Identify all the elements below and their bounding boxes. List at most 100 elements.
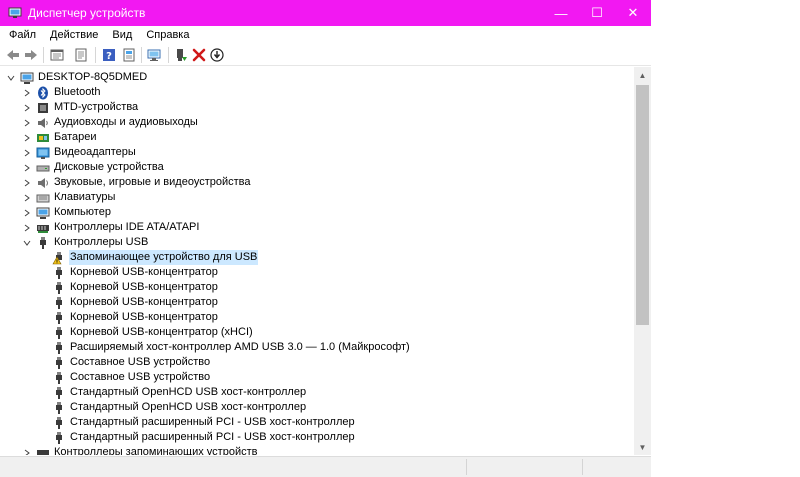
tree-category-usb-controllers[interactable]: Контроллеры USB: [22, 235, 149, 250]
tree-category-label: Компьютер: [54, 206, 111, 218]
disable-device-icon: [210, 48, 224, 62]
scroll-up-arrow[interactable]: ▲: [634, 67, 651, 83]
usb-device-icon: [52, 311, 66, 325]
chevron-right-icon[interactable]: [22, 220, 32, 235]
chevron-right-icon[interactable]: [22, 175, 32, 190]
tree-device-root-hub[interactable]: Корневой USB-концентратор: [52, 295, 219, 310]
usb-device-icon: [52, 281, 66, 295]
chevron-right-icon[interactable]: [22, 115, 32, 130]
tree-device-root-hub[interactable]: Корневой USB-концентратор: [52, 265, 219, 280]
menu-bar: Файл Действие Вид Справка: [0, 26, 651, 43]
device-manager-window: Диспетчер устройств — ☐ ✕ Файл Действие …: [0, 0, 651, 477]
update-driver-button[interactable]: [172, 46, 190, 64]
usb-device-icon: [52, 386, 66, 400]
tree-device-amd-xhci[interactable]: Расширяемый хост-контроллер AMD USB 3.0 …: [52, 340, 411, 355]
scroll-down-arrow[interactable]: ▼: [634, 439, 651, 455]
tree-device-label: Стандартный расширенный PCI - USB хост-к…: [70, 416, 355, 428]
status-bar-separator: [582, 459, 583, 475]
toolbar: ?: [0, 44, 651, 66]
usb-device-icon: [52, 416, 66, 430]
tree-category-computer[interactable]: Компьютер: [22, 205, 112, 220]
window-title: Диспетчер устройств: [28, 6, 146, 20]
tree-category-bluetooth[interactable]: Bluetooth: [22, 85, 101, 100]
tree-device-openhcd[interactable]: Стандартный OpenHCD USB хост-контроллер: [52, 400, 307, 415]
chevron-right-icon[interactable]: [22, 205, 32, 220]
back-button[interactable]: [4, 46, 22, 64]
tree-category-display-adapters[interactable]: Видеоадаптеры: [22, 145, 137, 160]
tree-root[interactable]: DESKTOP-8Q5DMED: [6, 70, 148, 85]
menu-help[interactable]: Справка: [139, 29, 196, 41]
chevron-right-icon[interactable]: [22, 100, 32, 115]
chevron-right-icon[interactable]: [22, 130, 32, 145]
usb-device-icon: [52, 356, 66, 370]
tree-category-label: MTD-устройства: [54, 101, 139, 113]
tree-category-keyboards[interactable]: Клавиатуры: [22, 190, 116, 205]
tree-device-ehci[interactable]: Стандартный расширенный PCI - USB хост-к…: [52, 415, 356, 430]
chevron-right-icon[interactable]: [22, 160, 32, 175]
view-icon: [123, 48, 135, 62]
tree-category-label: Аудиовходы и аудиовыходы: [54, 116, 198, 128]
device-tree: DESKTOP-8Q5DMED Bluetooth MTD-устройства…: [0, 67, 634, 455]
uninstall-button[interactable]: [190, 46, 208, 64]
bluetooth-icon: [36, 86, 50, 100]
scroll-thumb[interactable]: [636, 85, 649, 325]
chevron-right-icon[interactable]: [22, 145, 32, 160]
tree-device-ehci[interactable]: Стандартный расширенный PCI - USB хост-к…: [52, 430, 356, 445]
tree-category-mtd[interactable]: MTD-устройства: [22, 100, 139, 115]
tree-device-label: Составное USB устройство: [70, 356, 211, 368]
tree-device-composite[interactable]: Составное USB устройство: [52, 355, 211, 370]
tree-device-label: Расширяемый хост-контроллер AMD USB 3.0 …: [70, 341, 410, 353]
tree-category-batteries[interactable]: Батареи: [22, 130, 98, 145]
back-icon: [7, 50, 19, 60]
uninstall-icon: [192, 48, 206, 62]
help-button[interactable]: ?: [100, 46, 118, 64]
usb-device-icon: [52, 326, 66, 340]
forward-button[interactable]: [22, 46, 40, 64]
minimize-button[interactable]: —: [543, 0, 579, 26]
disk-drive-icon: [36, 161, 50, 175]
disable-device-button[interactable]: [208, 46, 226, 64]
warning-usb-icon: [52, 251, 66, 265]
tree-device-label: Стандартный расширенный PCI - USB хост-к…: [70, 431, 355, 443]
status-bar-separator: [466, 459, 467, 475]
svg-text:?: ?: [106, 51, 112, 62]
tree-category-label: Батареи: [54, 131, 97, 143]
tree-device-root-hub[interactable]: Корневой USB-концентратор: [52, 310, 219, 325]
tree-device-root-hub-xhci[interactable]: Корневой USB-концентратор (xHCI): [52, 325, 254, 340]
usb-device-icon: [52, 371, 66, 385]
tree-device-label: Корневой USB-концентратор: [70, 266, 218, 278]
chevron-right-icon[interactable]: [22, 190, 32, 205]
tree-device-label: Корневой USB-концентратор: [70, 296, 218, 308]
title-bar[interactable]: Диспетчер устройств — ☐ ✕: [0, 0, 651, 26]
tree-device-root-hub[interactable]: Корневой USB-концентратор: [52, 280, 219, 295]
tree-category-ide-controllers[interactable]: Контроллеры IDE ATA/ATAPI: [22, 220, 200, 235]
menu-action[interactable]: Действие: [43, 29, 105, 41]
chevron-down-icon[interactable]: [22, 235, 32, 250]
view-button[interactable]: [120, 46, 138, 64]
tree-device-composite[interactable]: Составное USB устройство: [52, 370, 211, 385]
keyboard-icon: [36, 191, 50, 205]
vertical-scrollbar[interactable]: ▲ ▼: [634, 67, 651, 455]
tree-device-usb-storage[interactable]: Запоминающее устройство для USB: [52, 250, 259, 265]
scan-hardware-button[interactable]: [145, 46, 163, 64]
maximize-button[interactable]: ☐: [579, 0, 615, 26]
device-list-button[interactable]: [72, 46, 90, 64]
menu-file[interactable]: Файл: [2, 29, 43, 41]
properties-button[interactable]: [48, 46, 66, 64]
tree-category-storage-controllers[interactable]: Контроллеры запоминающих устройств: [22, 445, 258, 455]
usb-device-icon: [52, 266, 66, 280]
chevron-down-icon[interactable]: [6, 70, 16, 85]
tree-device-label: Стандартный OpenHCD USB хост-контроллер: [70, 386, 307, 398]
tree-category-disk-drives[interactable]: Дисковые устройства: [22, 160, 165, 175]
toolbar-separator: [43, 47, 44, 63]
mtd-device-icon: [36, 101, 50, 115]
tree-category-audio-io[interactable]: Аудиовходы и аудиовыходы: [22, 115, 199, 130]
chevron-right-icon[interactable]: [22, 85, 32, 100]
tree-category-sound-devices[interactable]: Звуковые, игровые и видеоустройства: [22, 175, 252, 190]
sound-device-icon: [36, 176, 50, 190]
close-button[interactable]: ✕: [615, 0, 651, 26]
menu-view[interactable]: Вид: [105, 29, 139, 41]
tree-device-openhcd[interactable]: Стандартный OpenHCD USB хост-контроллер: [52, 385, 307, 400]
tree-device-label: Стандартный OpenHCD USB хост-контроллер: [70, 401, 307, 413]
chevron-right-icon[interactable]: [22, 445, 32, 455]
